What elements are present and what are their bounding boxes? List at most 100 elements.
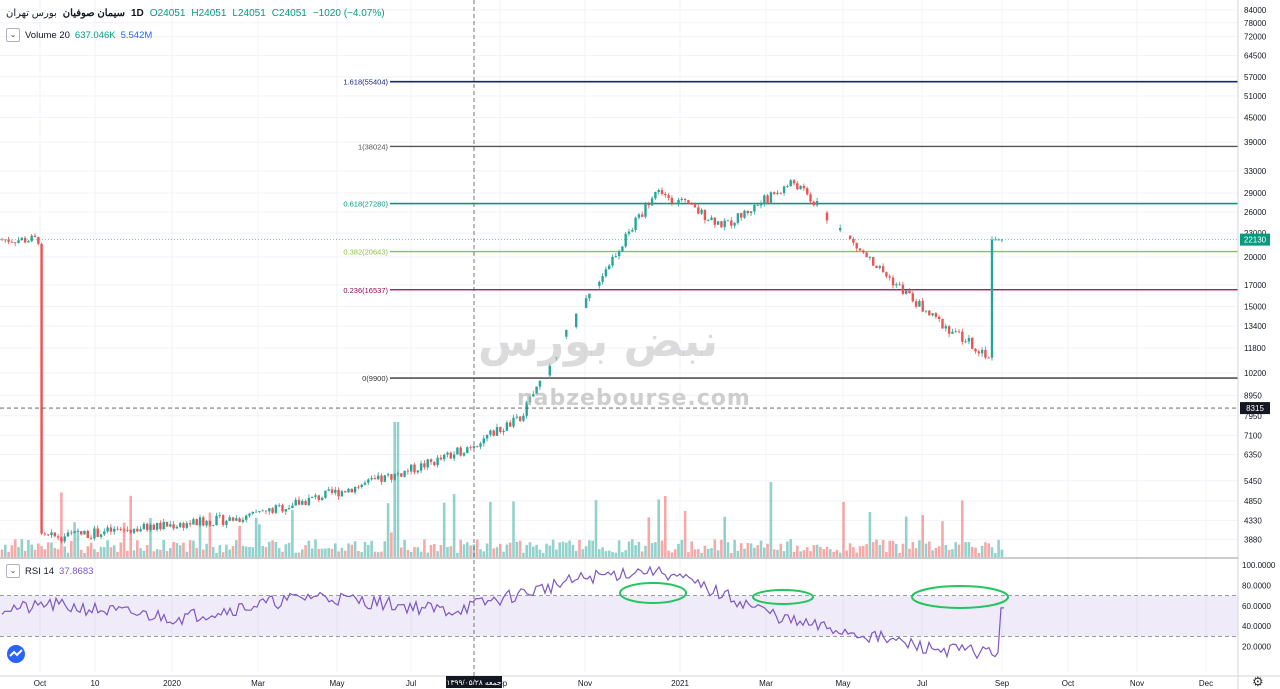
volume-bar xyxy=(261,546,264,557)
volume-bar xyxy=(99,546,103,557)
candle-body xyxy=(320,497,324,500)
candle-body xyxy=(647,204,650,206)
candle-body xyxy=(23,237,27,243)
candle-body xyxy=(238,518,241,522)
volume-bar xyxy=(469,545,472,557)
candle-body xyxy=(918,300,921,307)
volume-bar xyxy=(601,547,604,557)
candle-body xyxy=(868,257,872,258)
candle-body xyxy=(452,454,456,459)
candle-body xyxy=(664,193,667,196)
volume-bar xyxy=(743,548,746,557)
rsi-label[interactable]: RSI 14 xyxy=(25,566,54,577)
candle-body xyxy=(974,348,977,352)
candle-body xyxy=(122,529,126,531)
candle-body xyxy=(641,214,644,217)
candle-body xyxy=(690,203,693,205)
price-tick-label: 20000 xyxy=(1244,253,1267,262)
candle-body xyxy=(631,229,634,232)
candle-body xyxy=(456,447,459,455)
price-tick-label: 8950 xyxy=(1244,391,1262,400)
candle-body xyxy=(10,241,14,243)
volume-bar xyxy=(20,539,24,557)
volume-bar xyxy=(499,543,502,557)
watermark-logo-text: نبض بورس xyxy=(478,316,718,367)
price-tick-label: 57000 xyxy=(1244,73,1267,82)
candle-body xyxy=(159,522,162,530)
tradingview-logo-icon[interactable] xyxy=(6,645,26,663)
interval[interactable]: 1D xyxy=(131,8,144,19)
candle-body xyxy=(489,430,492,435)
volume-bar xyxy=(353,541,357,557)
fib-label: 1(38024) xyxy=(358,142,389,151)
candle-body xyxy=(515,416,518,418)
volume-bar xyxy=(819,546,822,557)
volume-bar xyxy=(700,552,703,557)
volume-bar xyxy=(805,547,809,557)
candle-body xyxy=(726,220,730,222)
candle-body xyxy=(802,185,806,189)
candle-body xyxy=(716,221,720,225)
volume-bar xyxy=(248,546,251,557)
volume-bar xyxy=(53,547,57,557)
candle-body xyxy=(723,220,726,228)
candle-body xyxy=(792,180,796,184)
collapse-chevron-icon[interactable]: ⌄ xyxy=(6,564,20,578)
volume-bar xyxy=(545,543,548,557)
candle-body xyxy=(334,489,337,493)
collapse-chevron-icon[interactable]: ⌄ xyxy=(6,28,20,42)
volume-bar xyxy=(287,542,291,557)
volume-bar xyxy=(908,548,911,557)
candle-body xyxy=(888,276,891,278)
candle-body xyxy=(796,183,799,190)
candle-body xyxy=(146,523,149,531)
settings-gear-icon[interactable]: ⚙ xyxy=(1252,675,1264,688)
volume-bar xyxy=(178,545,182,557)
volume-bar xyxy=(370,540,373,557)
candle-body xyxy=(476,446,479,447)
candle-body xyxy=(773,192,776,194)
candle-body xyxy=(287,508,291,510)
candle-body xyxy=(446,452,449,455)
volume-bar xyxy=(644,545,647,557)
candle-body xyxy=(680,198,683,200)
candle-body xyxy=(353,486,357,493)
volume-bar xyxy=(984,542,987,557)
volume-bar xyxy=(891,540,895,557)
volume-bar xyxy=(763,547,766,557)
candle-body xyxy=(809,194,812,202)
volume-bar xyxy=(895,543,898,557)
candle-body xyxy=(291,505,294,509)
candle-body xyxy=(938,316,941,319)
candle-body xyxy=(139,529,142,532)
candle-body xyxy=(40,243,43,534)
volume-bar xyxy=(825,546,829,557)
volume-bar xyxy=(845,550,849,557)
volume-bar xyxy=(416,547,420,557)
price-tick-label: 6350 xyxy=(1244,450,1262,459)
candle-body xyxy=(495,427,499,436)
candle-body xyxy=(971,338,974,349)
candle-body xyxy=(598,281,601,286)
volume-bar xyxy=(327,548,330,557)
rsi-legend: ⌄ RSI 14 37.8683 xyxy=(6,564,93,578)
volume-bar xyxy=(70,540,73,557)
rsi-tick-label: 60.0000 xyxy=(1242,602,1271,611)
candle-body xyxy=(383,475,386,482)
volume-bar xyxy=(871,542,875,557)
volume-bar xyxy=(918,540,921,557)
volume-bar xyxy=(211,546,215,557)
volume-label[interactable]: Volume 20 xyxy=(25,30,70,41)
volume-bar xyxy=(277,548,281,557)
volume-bar xyxy=(79,549,83,557)
symbol-name[interactable]: سیمان صوفیان xyxy=(63,8,125,19)
volume-bar xyxy=(281,551,284,557)
candle-body xyxy=(449,452,452,459)
volume-bar xyxy=(310,548,314,557)
volume-bar xyxy=(182,542,185,557)
candle-body xyxy=(241,519,245,522)
candle-body xyxy=(806,188,809,195)
volume-bar xyxy=(581,549,585,557)
volume-bar xyxy=(697,549,700,557)
fib-label: 0.236(16537) xyxy=(343,286,388,295)
